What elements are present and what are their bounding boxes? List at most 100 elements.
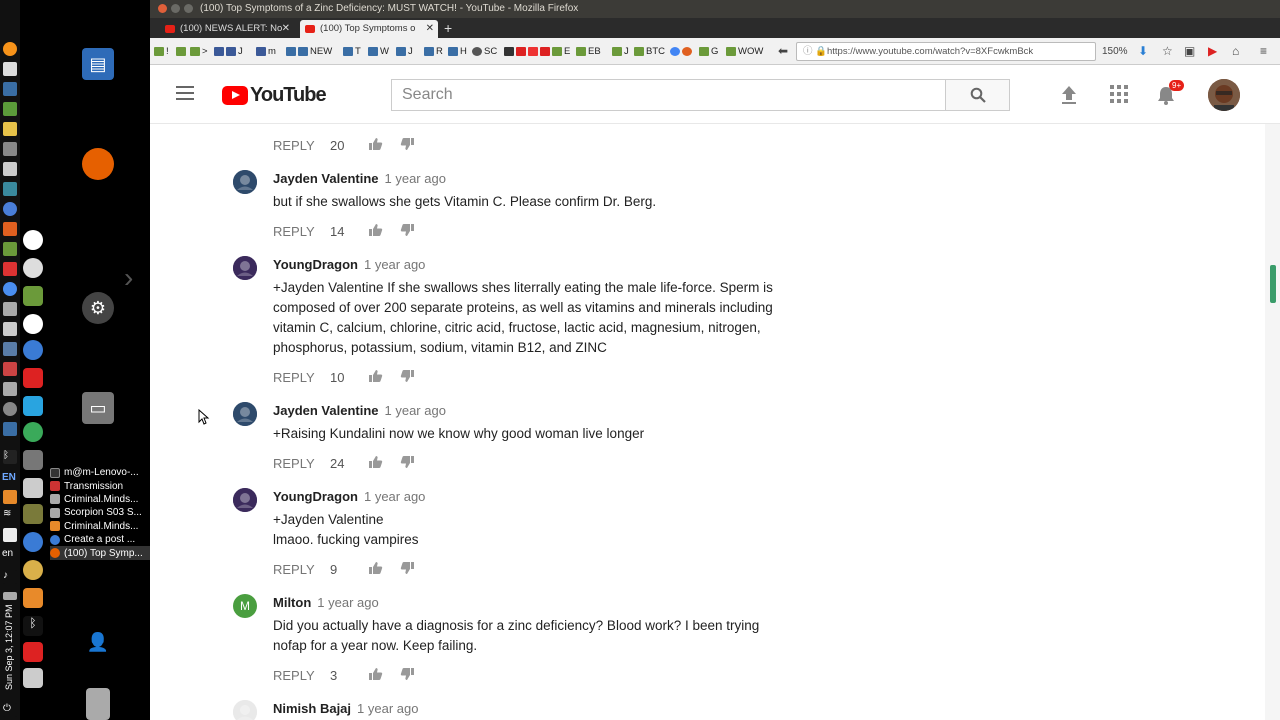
app-icon[interactable] (3, 362, 17, 376)
thumbs-down-icon[interactable] (400, 561, 415, 578)
thumbs-down-icon[interactable] (400, 455, 415, 472)
hanger-icon[interactable] (23, 478, 43, 498)
app-icon[interactable] (3, 342, 17, 356)
task-item[interactable]: Criminal.Minds... (50, 493, 150, 506)
text-editor-icon[interactable] (3, 62, 17, 76)
firefox-icon[interactable] (82, 148, 114, 180)
archive-icon[interactable]: ▭ (82, 392, 114, 424)
bluetooth-icon[interactable]: ᛒ (23, 616, 43, 636)
spreadsheet-icon[interactable] (3, 102, 17, 116)
calculator-icon[interactable] (3, 82, 17, 96)
bookmark-item[interactable]: E (504, 46, 570, 57)
bookmark-star-icon[interactable]: ☆ (1162, 44, 1173, 58)
thumbs-up-icon[interactable] (368, 667, 400, 684)
thumbs-up-icon[interactable] (368, 137, 400, 154)
task-item[interactable]: Create a post ... (50, 533, 150, 546)
task-item[interactable]: Transmission (50, 479, 150, 492)
language-indicator[interactable]: EN (2, 472, 16, 483)
reply-button[interactable]: REPLY (273, 668, 330, 683)
app-icon[interactable] (23, 396, 43, 416)
commenter-avatar[interactable] (233, 700, 257, 720)
app-icon[interactable] (23, 258, 43, 278)
tab-news-alert[interactable]: (100) NEWS ALERT: No ✕ (160, 20, 294, 38)
task-item[interactable]: m@m-Lenovo-... (50, 466, 150, 479)
reply-button[interactable]: REPLY (273, 138, 330, 153)
comment-timestamp[interactable]: 1 year ago (385, 171, 446, 186)
comment-timestamp[interactable]: 1 year ago (385, 403, 446, 418)
apps-icon[interactable] (3, 122, 17, 136)
obs-icon[interactable] (23, 230, 43, 250)
reply-button[interactable]: REPLY (273, 562, 330, 577)
thumbs-up-icon[interactable] (368, 455, 400, 472)
page-scrollbar[interactable] (1265, 124, 1280, 720)
bookmark-item[interactable]: H (448, 46, 467, 57)
bookmark-item[interactable]: J (396, 46, 413, 57)
wifi-icon[interactable]: ≋ (3, 508, 17, 522)
app-icon[interactable] (3, 528, 17, 542)
library-icon[interactable]: ▣ (1184, 44, 1195, 58)
chrome-icon[interactable] (3, 282, 17, 296)
comment-author[interactable]: Jayden Valentine (273, 403, 379, 418)
search-icon[interactable] (23, 668, 43, 688)
thumbs-down-icon[interactable] (400, 667, 415, 684)
task-item[interactable]: Scorpion S03 S... (50, 506, 150, 519)
back-icon[interactable]: ⬅ (778, 44, 788, 58)
reply-button[interactable]: REPLY (273, 370, 330, 385)
power-icon[interactable]: ⏻ (3, 703, 17, 717)
comment-author[interactable]: Jayden Valentine (273, 171, 379, 186)
document-icon[interactable] (3, 162, 17, 176)
atom-icon[interactable] (23, 532, 43, 552)
filezilla-icon[interactable] (23, 642, 43, 662)
thumbs-down-icon[interactable] (400, 137, 415, 154)
bookmark-item[interactable]: J (612, 46, 629, 57)
youtube-logo[interactable]: YouTube (222, 84, 327, 107)
comment-timestamp[interactable]: 1 year ago (364, 257, 425, 272)
upload-icon[interactable] (1060, 85, 1078, 105)
chevron-right-icon[interactable]: › (124, 262, 133, 294)
thumbs-down-icon[interactable] (400, 369, 415, 386)
vlc-icon[interactable] (3, 490, 17, 504)
info-icon[interactable]: ⓘ (803, 43, 813, 60)
comment-author[interactable]: YoungDragon (273, 489, 358, 504)
volume-icon[interactable]: ♪ (3, 570, 17, 584)
bookmark-item[interactable]: > (190, 46, 208, 57)
commenter-avatar[interactable] (233, 402, 257, 426)
thumbs-down-icon[interactable] (400, 223, 415, 240)
tab-zinc-deficiency[interactable]: (100) Top Symptoms o ✕ (300, 20, 438, 38)
android-icon[interactable] (3, 242, 17, 256)
bookmark-item[interactable]: NEW (286, 46, 332, 57)
bitcoin-icon[interactable] (3, 42, 17, 56)
system-icon[interactable]: ⚙ (82, 292, 114, 324)
bookmark-item[interactable]: W (368, 46, 389, 57)
bookmark-item[interactable]: ! (154, 46, 169, 57)
dogecoin-icon[interactable] (23, 560, 43, 580)
comment-author[interactable]: YoungDragon (273, 257, 358, 272)
clock[interactable]: Sun Sep 3, 12:07 PM (4, 600, 14, 690)
telegram-icon[interactable] (23, 422, 43, 442)
commenter-avatar[interactable]: M (233, 594, 257, 618)
ubuntu-icon[interactable] (3, 222, 17, 236)
bookmark-item[interactable]: SC (472, 46, 497, 57)
new-tab-button[interactable]: + (444, 18, 452, 38)
comment-timestamp[interactable]: 1 year ago (364, 489, 425, 504)
youtube-icon[interactable]: ▶ (1208, 44, 1217, 58)
search-button[interactable] (945, 79, 1010, 111)
bookmark-item[interactable]: R (424, 46, 443, 57)
bookmark-item[interactable]: G (699, 46, 718, 57)
app-icon[interactable] (23, 504, 43, 524)
menu-icon[interactable]: ≡ (1260, 44, 1267, 58)
battery-icon[interactable] (3, 592, 17, 600)
task-item[interactable]: Criminal.Minds... (50, 520, 150, 533)
hamburger-menu-icon[interactable] (176, 86, 194, 100)
task-item[interactable]: (100) Top Symp... (50, 546, 150, 560)
bookmark-item[interactable]: WOW (726, 46, 763, 57)
close-window-icon[interactable] (158, 4, 167, 13)
search-input[interactable]: Search (391, 79, 946, 111)
writer-icon[interactable]: ▤ (82, 48, 114, 80)
commenter-avatar[interactable] (233, 256, 257, 280)
monitor-icon[interactable] (3, 322, 17, 336)
bookmark-item[interactable]: BTC (634, 46, 665, 57)
minimize-window-icon[interactable] (171, 4, 180, 13)
keyboard-icon[interactable] (3, 382, 17, 396)
bookmark-item[interactable]: J (214, 46, 243, 57)
